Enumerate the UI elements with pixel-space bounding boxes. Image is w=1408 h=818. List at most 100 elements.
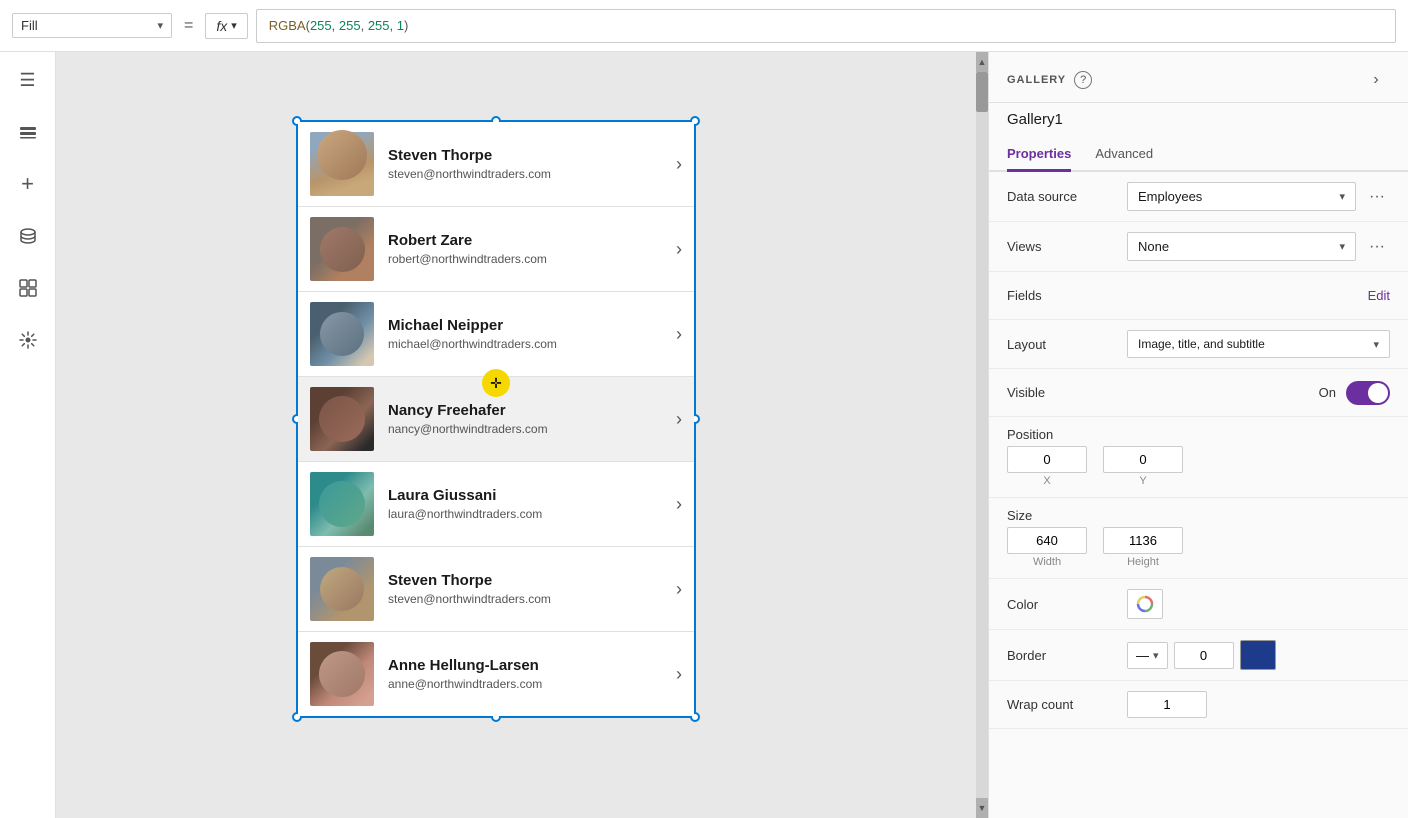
toggle-thumb (1368, 383, 1388, 403)
views-chevron-icon: ▾ (1339, 240, 1345, 253)
size-width-group: Width (1007, 527, 1087, 568)
fx-label: fx (216, 18, 227, 34)
gallery-item-1[interactable]: Steven Thorpe steven@northwindtraders.co… (298, 122, 694, 207)
scrollbar-up-btn[interactable]: ▲ (976, 52, 988, 72)
wrap-count-control (1127, 691, 1390, 718)
formula-bar[interactable]: RGBA(255, 255, 255, 1) (256, 9, 1396, 43)
tools-icon[interactable] (12, 324, 44, 356)
panel-header: GALLERY ? › (989, 52, 1408, 103)
avatar-steven-thorpe-2 (310, 557, 374, 621)
scrollbar-thumb[interactable] (976, 72, 988, 112)
help-icon[interactable]: ? (1074, 71, 1092, 89)
size-label: Size (1007, 508, 1127, 523)
formula-text: RGBA(255, 255, 255, 1) (269, 18, 409, 33)
avatar-steven-thorpe-1 (310, 132, 374, 196)
views-label: Views (1007, 239, 1127, 254)
tab-properties[interactable]: Properties (1007, 138, 1071, 172)
gallery-widget[interactable]: ✏ ✛ Steven Thorpe steven@northwindtrader… (296, 120, 696, 718)
add-icon[interactable]: + (12, 168, 44, 200)
avatar-laura-giussani (310, 472, 374, 536)
position-y-input[interactable] (1103, 446, 1183, 473)
prop-data-source: Data source Employees ▾ ··· (989, 172, 1408, 222)
item-email-1: steven@northwindtraders.com (388, 167, 668, 181)
border-style-select[interactable]: — ▾ (1127, 642, 1168, 669)
fill-dropdown[interactable]: Fill ▾ (12, 13, 172, 38)
size-height-label: Height (1127, 556, 1159, 568)
position-y-label: Y (1139, 475, 1146, 487)
tab-advanced[interactable]: Advanced (1095, 138, 1153, 172)
chevron-right-4[interactable]: › (676, 409, 682, 430)
size-height-group: Height (1103, 527, 1183, 568)
color-label: Color (1007, 597, 1127, 612)
avatar-anne-hellung-larsen (310, 642, 374, 706)
chevron-right-7[interactable]: › (676, 664, 682, 685)
chevron-right-6[interactable]: › (676, 579, 682, 600)
prop-size: Size Width Height (989, 498, 1408, 579)
scrollbar-down-btn[interactable]: ▼ (976, 798, 988, 818)
views-control: None ▾ ··· (1127, 232, 1390, 261)
canvas-scrollbar[interactable]: ▲ ▼ (976, 52, 988, 818)
fields-edit-link[interactable]: Edit (1368, 288, 1390, 303)
item-name-6: Steven Thorpe (388, 572, 668, 589)
item-info-2: Robert Zare robert@northwindtraders.com (388, 232, 668, 266)
border-color-swatch[interactable] (1240, 640, 1276, 670)
wrap-count-input[interactable] (1127, 691, 1207, 718)
avatar-robert-zare (310, 217, 374, 281)
top-toolbar: Fill ▾ = fx ▾ RGBA(255, 255, 255, 1) (0, 0, 1408, 52)
panel-title-row: GALLERY ? (1007, 71, 1092, 89)
color-control (1127, 589, 1390, 619)
components-icon[interactable] (12, 272, 44, 304)
gallery-instance-name: Gallery1 (989, 103, 1408, 138)
gallery-item-7[interactable]: Anne Hellung-Larsen anne@northwindtrader… (298, 632, 694, 716)
gallery-item-2[interactable]: Robert Zare robert@northwindtraders.com … (298, 207, 694, 292)
border-row: — ▾ (1127, 640, 1390, 670)
chevron-right-3[interactable]: › (676, 324, 682, 345)
database-icon[interactable] (12, 220, 44, 252)
data-source-dropdown[interactable]: Employees ▾ (1127, 182, 1356, 211)
item-email-5: laura@northwindtraders.com (388, 507, 668, 521)
views-more-btn[interactable]: ··· (1364, 234, 1390, 260)
visible-toggle[interactable] (1346, 381, 1390, 405)
border-thickness-input[interactable] (1174, 642, 1234, 669)
canvas-area[interactable]: ✏ ✛ Steven Thorpe steven@northwindtrader… (56, 52, 988, 818)
size-width-input[interactable] (1007, 527, 1087, 554)
views-dropdown[interactable]: None ▾ (1127, 232, 1356, 261)
color-swatch-btn[interactable] (1127, 589, 1163, 619)
item-name-4: Nancy Freehafer (388, 402, 668, 419)
position-x-input[interactable] (1007, 446, 1087, 473)
views-value: None (1138, 239, 1169, 254)
item-info-1: Steven Thorpe steven@northwindtraders.co… (388, 147, 668, 181)
hamburger-icon[interactable]: ☰ (12, 64, 44, 96)
prop-position: Position X Y (989, 417, 1408, 498)
chevron-right-2[interactable]: › (676, 239, 682, 260)
data-source-value: Employees (1138, 189, 1202, 204)
avatar-michael-neipper (310, 302, 374, 366)
gallery-item-4[interactable]: Nancy Freehafer nancy@northwindtraders.c… (298, 377, 694, 462)
panel-content: Data source Employees ▾ ··· Views None ▾ (989, 172, 1408, 818)
scrollbar-track[interactable] (976, 72, 988, 798)
layout-control: Image, title, and subtitle ▾ (1127, 330, 1390, 358)
item-name-2: Robert Zare (388, 232, 668, 249)
chevron-right-1[interactable]: › (676, 154, 682, 175)
gallery-item-3[interactable]: Michael Neipper michael@northwindtraders… (298, 292, 694, 377)
gallery-item-5[interactable]: Laura Giussani laura@northwindtraders.co… (298, 462, 694, 547)
data-source-more-btn[interactable]: ··· (1364, 184, 1390, 210)
position-label: Position (1007, 427, 1127, 442)
panel-nav-forward-btn[interactable]: › (1362, 66, 1390, 94)
data-source-control: Employees ▾ ··· (1127, 182, 1390, 211)
prop-views: Views None ▾ ··· (989, 222, 1408, 272)
main-area: ☰ + (0, 52, 1408, 818)
avatar-nancy-freehafer (310, 387, 374, 451)
chevron-right-5[interactable]: › (676, 494, 682, 515)
layout-dropdown[interactable]: Image, title, and subtitle ▾ (1127, 330, 1390, 358)
data-source-chevron-icon: ▾ (1339, 190, 1345, 203)
size-height-input[interactable] (1103, 527, 1183, 554)
position-x-group: X (1007, 446, 1087, 487)
gallery-item-6[interactable]: Steven Thorpe steven@northwindtraders.co… (298, 547, 694, 632)
prop-layout: Layout Image, title, and subtitle ▾ (989, 320, 1408, 369)
border-control: — ▾ (1127, 640, 1390, 670)
fields-label: Fields (1007, 288, 1127, 303)
layers-icon[interactable] (12, 116, 44, 148)
equals-sign: = (180, 17, 197, 35)
fx-button[interactable]: fx ▾ (205, 13, 247, 39)
